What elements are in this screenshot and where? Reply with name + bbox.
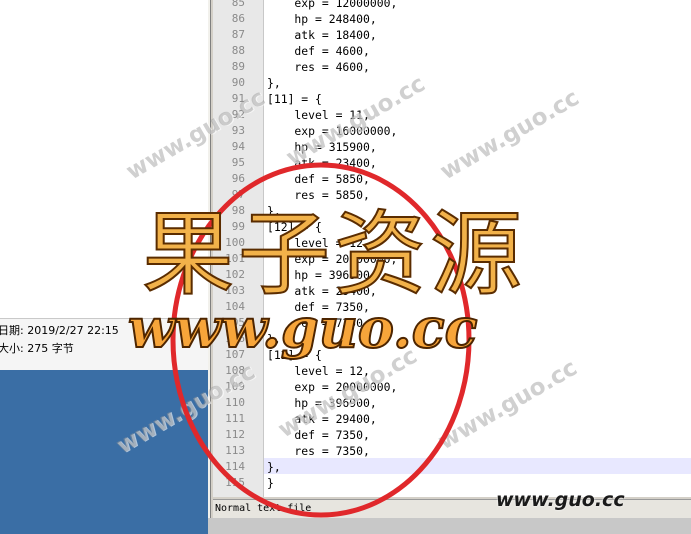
- brand-watermark: 果子资源: [141, 200, 527, 309]
- url-watermark: www.guo.cc: [127, 295, 478, 361]
- corner-url-watermark: www.guo.cc: [496, 489, 625, 511]
